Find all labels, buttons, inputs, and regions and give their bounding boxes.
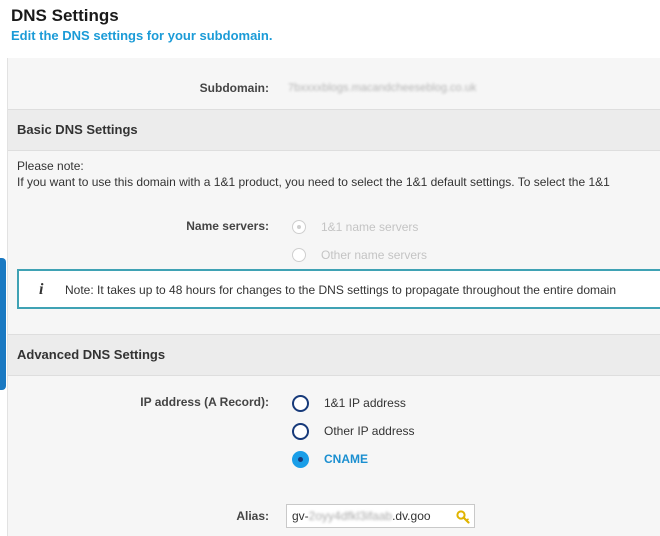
ip-option-1and1[interactable]: 1&1 IP address [292, 393, 406, 413]
radio-label: Other name servers [321, 248, 428, 262]
radio-1and1-ip-address[interactable] [292, 394, 309, 412]
basic-dns-section-header: Basic DNS Settings [8, 109, 660, 151]
alias-label: Alias: [236, 509, 269, 523]
ip-address-label: IP address (A Record): [140, 395, 269, 409]
page-subtitle: Edit the DNS settings for your subdomain… [11, 28, 273, 43]
basic-dns-title: Basic DNS Settings [17, 122, 138, 137]
page-title: DNS Settings [11, 6, 119, 25]
name-servers-label: Name servers: [186, 219, 269, 233]
radio-label: 1&1 IP address [324, 396, 406, 410]
ip-option-other[interactable]: Other IP address [292, 421, 415, 441]
advanced-dns-title: Advanced DNS Settings [17, 347, 166, 362]
radio-other-name-servers[interactable] [292, 248, 306, 262]
dns-settings-panel: Subdomain: 7bxxxxblogs.macandcheeseblog.… [7, 58, 660, 536]
radio-1and1-name-servers[interactable] [292, 220, 306, 234]
please-note-heading: Please note: [17, 159, 84, 173]
alias-input[interactable]: gv-2oyy4dfkl3ifaab.dv.goo [286, 504, 475, 528]
alias-suffix: .dv.goo [392, 509, 431, 523]
info-icon: i [39, 281, 44, 298]
feedback-side-tab[interactable] [0, 258, 6, 390]
radio-label: CNAME [324, 452, 368, 466]
alias-blurred: 2oyy4dfkl3ifaab [308, 509, 393, 523]
propagation-note-text: Note: It takes up to 48 hours for change… [65, 283, 617, 297]
radio-label: Other IP address [324, 424, 415, 438]
advanced-dns-section-header: Advanced DNS Settings [8, 334, 660, 376]
radio-label: 1&1 name servers [321, 220, 419, 234]
alias-prefix: gv- [292, 509, 309, 523]
ip-option-cname[interactable]: CNAME [292, 449, 368, 469]
propagation-note-box: i Note: It takes up to 48 hours for chan… [17, 269, 660, 309]
name-server-option-other[interactable]: Other name servers [292, 245, 427, 265]
please-note-body: If you want to use this domain with a 1&… [17, 175, 610, 189]
subdomain-value: 7bxxxxblogs.macandcheeseblog.co.uk [288, 82, 477, 94]
radio-cname[interactable] [292, 450, 309, 468]
subdomain-label: Subdomain: [199, 81, 269, 95]
radio-other-ip-address[interactable] [292, 422, 309, 440]
name-server-option-1and1[interactable]: 1&1 name servers [292, 217, 418, 237]
key-icon[interactable] [456, 510, 470, 524]
